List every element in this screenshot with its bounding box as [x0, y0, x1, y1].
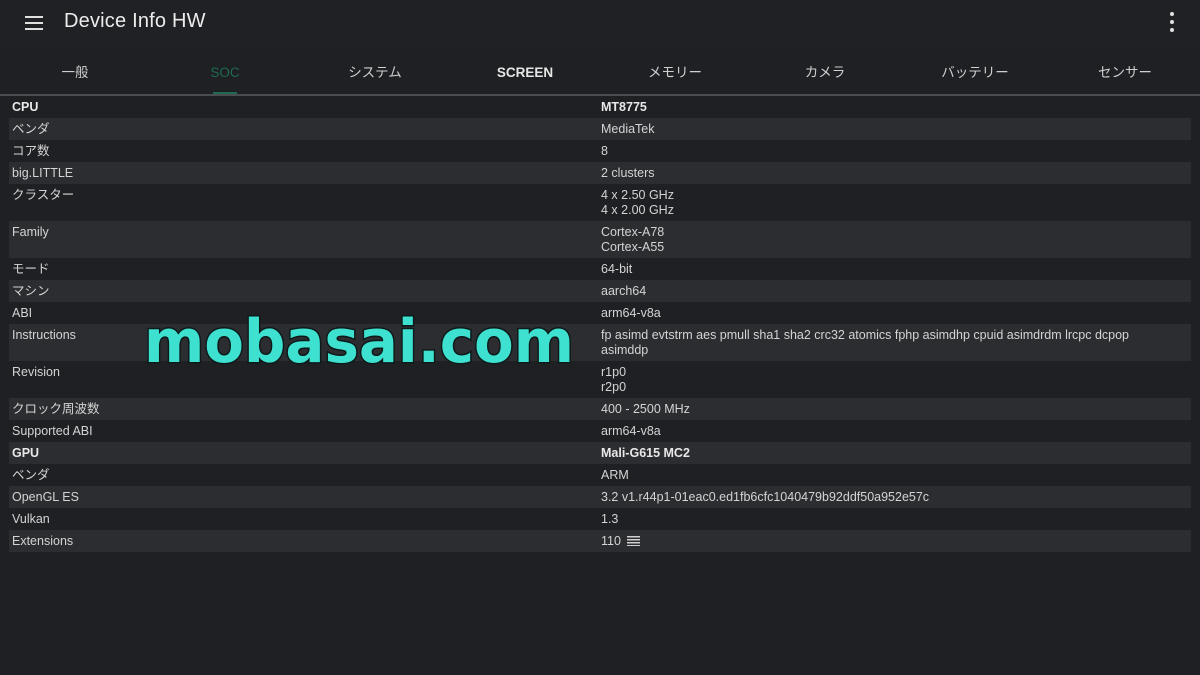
table-row[interactable]: OpenGL ES 3.2 v1.r44p1-01eac0.ed1fb6cfc1… — [9, 486, 1191, 508]
row-value: 110 — [601, 534, 1191, 549]
row-value-line: 4 x 2.00 GHz — [601, 202, 674, 217]
row-value: 3.2 v1.r44p1-01eac0.ed1fb6cfc1040479b92d… — [601, 489, 930, 504]
row-label: CPU — [12, 99, 39, 114]
row-value-line: 4 x 2.50 GHz — [601, 187, 674, 202]
tab-system[interactable]: システム — [300, 52, 450, 94]
tab-camera[interactable]: カメラ — [750, 52, 900, 94]
row-value: Mali-G615 MC2 — [601, 445, 690, 460]
tab-sensor[interactable]: センサー — [1050, 52, 1200, 94]
table-row[interactable]: ベンダ MediaTek — [9, 118, 1191, 140]
row-value: 1.3 — [601, 511, 619, 526]
table-row-gpu[interactable]: GPU Mali-G615 MC2 — [9, 442, 1191, 464]
table-row[interactable]: クラスター 4 x 2.50 GHz 4 x 2.00 GHz — [9, 184, 1191, 221]
row-value: MediaTek — [601, 121, 655, 136]
table-row-cpu[interactable]: CPU MT8775 — [9, 96, 1191, 118]
row-value-line: r2p0 — [601, 379, 627, 394]
row-label: Vulkan — [12, 511, 50, 526]
row-value: fp asimd evtstrm aes pmull sha1 sha2 crc… — [601, 328, 1191, 358]
row-label: Extensions — [12, 533, 74, 548]
row-value: ARM — [601, 467, 629, 482]
row-value-line: r1p0 — [601, 364, 627, 379]
row-value: 4 x 2.50 GHz 4 x 2.00 GHz — [601, 188, 1191, 218]
row-label: big.LITTLE — [12, 165, 74, 180]
row-value-line: asimddp — [601, 342, 649, 357]
table-row[interactable]: Supported ABI arm64-v8a — [9, 420, 1191, 442]
row-label: ベンダ — [12, 121, 50, 136]
row-value: arm64-v8a — [601, 305, 661, 320]
row-value: Cortex-A78 Cortex-A55 — [601, 225, 1191, 255]
app-title: Device Info HW — [64, 10, 206, 32]
table-row[interactable]: クロック周波数 400 - 2500 MHz — [9, 398, 1191, 420]
watermark: mobasai.com — [143, 306, 576, 379]
table-row[interactable]: big.LITTLE 2 clusters — [9, 162, 1191, 184]
row-label: Family — [12, 224, 49, 239]
row-value-line: Cortex-A55 — [601, 239, 665, 254]
row-value-line: Cortex-A78 — [601, 224, 665, 239]
table-row[interactable]: マシン aarch64 — [9, 280, 1191, 302]
row-label: クラスター — [12, 187, 75, 202]
table-row[interactable]: Family Cortex-A78 Cortex-A55 — [9, 221, 1191, 258]
row-label: モード — [12, 261, 50, 276]
hamburger-menu-icon[interactable] — [22, 11, 46, 35]
tab-memory[interactable]: メモリー — [600, 52, 750, 94]
tab-soc[interactable]: SOC — [150, 52, 300, 94]
tab-general[interactable]: 一般 — [0, 52, 150, 94]
table-row[interactable]: コア数 8 — [9, 140, 1191, 162]
row-label: クロック周波数 — [12, 401, 100, 416]
list-icon[interactable] — [626, 535, 640, 546]
watermark-text: mobasai.com — [144, 307, 574, 377]
table-row[interactable]: モード 64-bit — [9, 258, 1191, 280]
extensions-count: 110 — [601, 533, 621, 548]
row-label: Supported ABI — [12, 423, 93, 438]
row-value: 64-bit — [601, 261, 633, 276]
table-row[interactable]: Vulkan 1.3 — [9, 508, 1191, 530]
row-value: 2 clusters — [601, 165, 655, 180]
tab-battery[interactable]: バッテリー — [900, 52, 1050, 94]
row-value-line: fp asimd evtstrm aes pmull sha1 sha2 crc… — [601, 327, 1130, 342]
more-vert-icon[interactable] — [1164, 12, 1180, 32]
row-value: 400 - 2500 MHz — [601, 401, 690, 416]
row-label: コア数 — [12, 143, 50, 158]
row-value: MT8775 — [601, 99, 647, 114]
app-bar: Device Info HW — [0, 0, 1200, 48]
row-value: r1p0 r2p0 — [601, 365, 1191, 395]
row-label: OpenGL ES — [12, 489, 79, 504]
row-value: aarch64 — [601, 283, 647, 298]
row-label: GPU — [12, 445, 40, 460]
table-row[interactable]: ベンダ ARM — [9, 464, 1191, 486]
table-row[interactable]: Extensions 110 — [9, 530, 1191, 552]
row-label: ベンダ — [12, 467, 50, 482]
tab-bar: 一般 SOC システム SCREEN メモリー カメラ バッテリー センサー — [0, 52, 1200, 94]
row-label: マシン — [12, 283, 50, 298]
tab-screen[interactable]: SCREEN — [450, 52, 600, 94]
row-value: 8 — [601, 143, 608, 158]
row-value: arm64-v8a — [601, 423, 661, 438]
